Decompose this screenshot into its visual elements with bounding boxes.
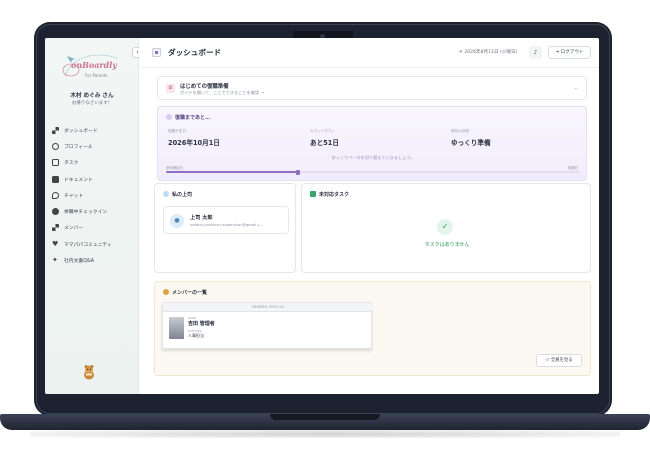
notification-button[interactable]: ♪ bbox=[529, 46, 542, 59]
pending-tasks-card: 未対応タスク ✓ タスクはありません bbox=[301, 183, 591, 273]
person-icon bbox=[163, 191, 169, 197]
product-mockup: onBoardly For Parents 木村 めぐみ さん お帰りなさいます… bbox=[0, 0, 650, 452]
laptop-hinge bbox=[270, 414, 380, 420]
column-label: 復職予定日 bbox=[168, 129, 186, 133]
countdown-column: カウントダウン あと51日 bbox=[310, 129, 339, 147]
sidebar-item-label: メンバー bbox=[64, 226, 84, 232]
progress-fill bbox=[166, 171, 299, 173]
heart-icon: ♥ bbox=[52, 239, 59, 248]
column-label: 現在の状態 bbox=[451, 129, 469, 133]
logout-label: ログアウト bbox=[560, 50, 584, 55]
dashboard-icon bbox=[152, 48, 161, 57]
progress-start-label: 産休開始日 bbox=[166, 166, 183, 170]
status-column: 現在の状態 ゆっくり準備 bbox=[451, 129, 491, 147]
return-date-value: 2026年10月1日 bbox=[168, 139, 220, 147]
sidebar-item-profile[interactable]: プロフィール bbox=[52, 138, 134, 154]
sidebar-item-label: プロフィール bbox=[64, 144, 93, 150]
members-icon bbox=[52, 224, 59, 232]
tasks-empty-message: タスクはありません bbox=[424, 242, 470, 248]
sparkle-icon: ✦ bbox=[52, 256, 58, 265]
logo-text: onBoardly bbox=[71, 60, 117, 70]
top-bar: ダッシュボード ✈ 2026年8月11日 (火曜日) ♪ ⇥ ログアウト bbox=[139, 38, 599, 68]
tasks-title-text: 未対応タスク bbox=[319, 192, 350, 198]
sidebar-item-label: タスク bbox=[64, 161, 79, 167]
guide-card[interactable]: ✿ はじめての復職準備 ガイドを開いて、ここでできることを確認 → ⌄ bbox=[157, 76, 587, 100]
people-icon bbox=[163, 289, 169, 295]
chevron-down-icon[interactable]: ⌄ bbox=[574, 85, 578, 91]
member-card-header: MEMBER PROFILE bbox=[163, 303, 373, 312]
document-icon bbox=[52, 175, 59, 183]
return-countdown-card: 復職まであと… 復職予定日 2026年10月1日 カウントダウン あと51日 現… bbox=[157, 106, 587, 181]
check-icon: ✓ bbox=[437, 219, 453, 235]
checkin-icon bbox=[52, 208, 59, 216]
sidebar-item-label: 休職中チェックイン bbox=[64, 210, 108, 216]
member-profile-card[interactable]: MEMBER PROFILE NAME 吉田 管理者 POSITION 人事担当 bbox=[162, 302, 373, 349]
user-greeting: お帰りなさいます！ bbox=[71, 101, 113, 106]
progress-end-label: 復職日 bbox=[567, 166, 578, 170]
tasks-title: 未対応タスク bbox=[310, 191, 349, 198]
view-all-members-button[interactable]: ⚇ 全員を見る bbox=[536, 354, 582, 367]
return-card-title-text: 復職まであと… bbox=[175, 115, 210, 121]
page-title: ダッシュボード bbox=[168, 48, 222, 57]
return-message: ゆっくりペースを切り替えていきましょう。 bbox=[331, 155, 415, 160]
return-progress-bar bbox=[166, 169, 580, 175]
supervisor-contact[interactable]: ● 上司 太郎 kotomi.yoshida+supervisor@gmail.… bbox=[163, 206, 289, 234]
sidebar-item-dashboard[interactable]: ダッシュボード bbox=[52, 122, 134, 138]
flower-icon: ✿ bbox=[166, 84, 175, 93]
user-name: 木村 めぐみ さん bbox=[70, 93, 114, 99]
app-logo: onBoardly For Parents bbox=[59, 50, 125, 82]
member-position: 人事担当 bbox=[188, 333, 204, 338]
current-date-text: 2026年8月11日 (火曜日) bbox=[464, 50, 518, 55]
sidebar-item-label: ドキュメント bbox=[64, 177, 93, 183]
member-name: 吉田 管理者 bbox=[188, 321, 215, 327]
clipboard-icon bbox=[52, 159, 59, 167]
sidebar: onBoardly For Parents 木村 めぐみ さん お帰りなさいます… bbox=[45, 38, 139, 394]
supervisor-name: 上司 太郎 bbox=[190, 215, 213, 221]
bell-icon: ♪ bbox=[533, 49, 538, 56]
app-screen: onBoardly For Parents 木村 めぐみ さん お帰りなさいます… bbox=[45, 38, 599, 394]
supervisor-card: 私の上司 ● 上司 太郎 kotomi.yoshida+supervisor@g… bbox=[154, 183, 296, 273]
countdown-value: あと51日 bbox=[310, 139, 339, 147]
sidebar-item-members[interactable]: メンバー bbox=[52, 220, 134, 236]
member-photo bbox=[169, 317, 184, 339]
members-card: メンバーの一覧 MEMBER PROFILE NAME 吉田 管理者 POSIT… bbox=[154, 281, 591, 376]
sidebar-item-checkin[interactable]: 休職中チェックイン bbox=[52, 203, 134, 219]
sidebar-item-docs-qa[interactable]: ✦ 社内文書Q&A bbox=[52, 252, 134, 268]
supervisor-title-text: 私の上司 bbox=[172, 192, 193, 198]
sidebar-item-label: ダッシュボード bbox=[64, 128, 98, 134]
guide-subtitle: ガイドを開いて、ここでできることを確認 → bbox=[180, 90, 264, 95]
sidebar-item-chat[interactable]: チャット bbox=[52, 187, 134, 203]
status-value: ゆっくり準備 bbox=[451, 139, 491, 147]
supervisor-email: kotomi.yoshida+supervisor@gmail.c... bbox=[190, 222, 264, 227]
sidebar-item-label: 社内文書Q&A bbox=[64, 259, 94, 265]
laptop-shadow bbox=[30, 430, 620, 438]
mascot-icon bbox=[84, 365, 94, 380]
user-circle-icon bbox=[52, 142, 59, 150]
current-date: ✈ 2026年8月11日 (火曜日) bbox=[459, 49, 517, 55]
column-label: カウントダウン bbox=[310, 129, 336, 133]
avatar: ● bbox=[170, 214, 184, 228]
chat-icon bbox=[52, 191, 59, 199]
sidebar-item-documents[interactable]: ドキュメント bbox=[52, 171, 134, 187]
sidebar-item-label: ママパパコミュニティ bbox=[64, 242, 112, 248]
return-card-title: 復職まであと… bbox=[166, 114, 210, 121]
clipboard-icon bbox=[310, 191, 316, 197]
supervisor-title: 私の上司 bbox=[163, 191, 192, 198]
members-title-text: メンバーの一覧 bbox=[172, 290, 208, 296]
grid-icon bbox=[52, 126, 59, 134]
guide-title: はじめての復職準備 bbox=[180, 84, 229, 90]
progress-marker bbox=[296, 169, 301, 175]
sidebar-item-label: チャット bbox=[64, 193, 84, 199]
sidebar-item-tasks[interactable]: タスク bbox=[52, 155, 134, 171]
return-date-column: 復職予定日 2026年10月1日 bbox=[168, 129, 220, 147]
members-title: メンバーの一覧 bbox=[163, 289, 207, 296]
logo-subtext: For Parents bbox=[85, 73, 108, 78]
sidebar-item-community[interactable]: ♥ ママパパコミュニティ bbox=[52, 236, 134, 252]
logout-button[interactable]: ⇥ ログアウト bbox=[548, 46, 591, 59]
clock-icon bbox=[166, 114, 172, 120]
sidebar-nav: ダッシュボード プロフィール タスク ドキュメント チャット 休職中チェックイン… bbox=[52, 122, 134, 269]
view-all-label: 全員を見る bbox=[550, 358, 573, 363]
